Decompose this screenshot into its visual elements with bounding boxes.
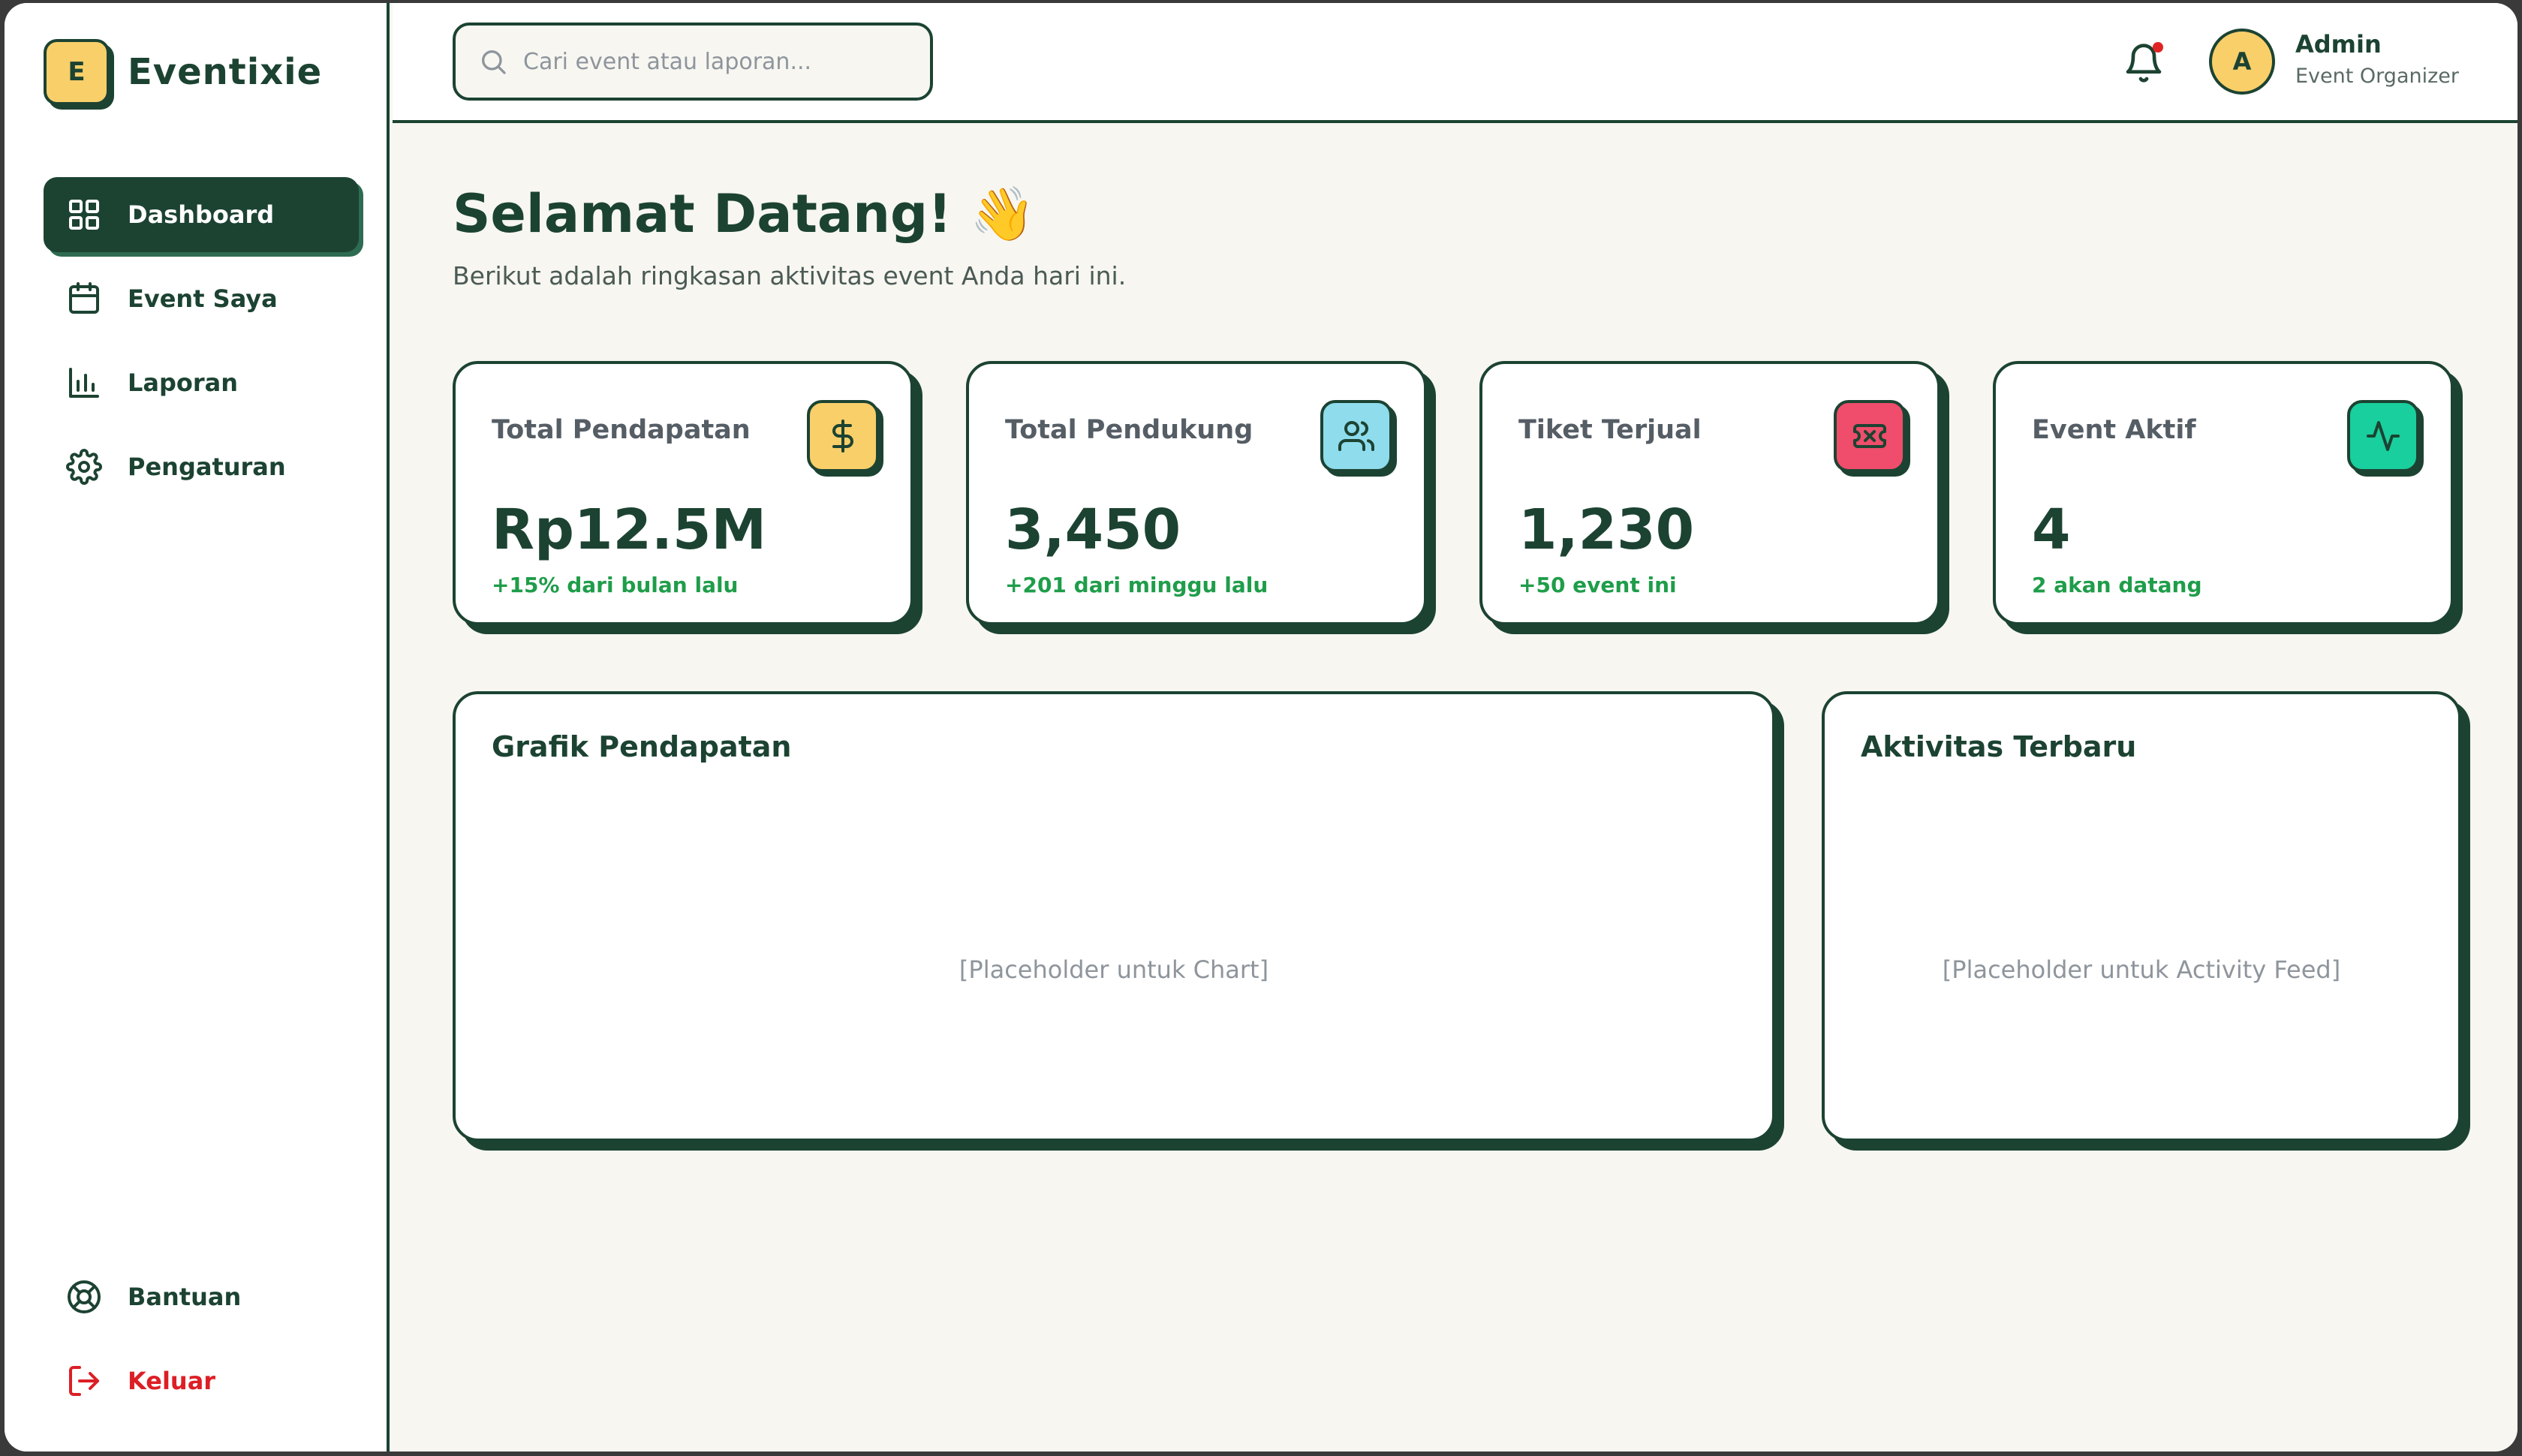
bar-chart-icon — [66, 365, 102, 401]
main-content: Selamat Datang! 👋 Berikut adalah ringkas… — [393, 126, 2517, 1451]
app-name: Eventixie — [128, 51, 323, 93]
stat-value: Rp12.5M — [492, 498, 767, 562]
user-role: Event Organizer — [2295, 65, 2459, 88]
panel-title: Aktivitas Terbaru — [1861, 730, 2137, 763]
stat-label: Event Aktif — [2032, 415, 2196, 445]
stat-delta: 2 akan datang — [2032, 573, 2202, 597]
ticket-icon — [1834, 400, 1906, 472]
lifebuoy-icon — [66, 1279, 102, 1315]
activity-feed-placeholder: [Placeholder untuk Activity Feed] — [1942, 955, 2341, 984]
search-icon — [478, 47, 508, 77]
users-icon — [1320, 400, 1392, 472]
sidebar-item-bantuan[interactable]: Bantuan — [44, 1259, 359, 1334]
sidebar-item-label: Event Saya — [128, 284, 278, 313]
search-box[interactable] — [453, 23, 933, 101]
stat-delta: +50 event ini — [1518, 573, 1677, 597]
stat-delta: +201 dari minggu lalu — [1005, 573, 1269, 597]
sidebar-item-laporan[interactable]: Laporan — [44, 345, 359, 420]
revenue-chart-panel: Grafik Pendapatan [Placeholder untuk Cha… — [453, 691, 1775, 1142]
dollar-icon — [807, 400, 879, 472]
stat-label: Total Pendapatan — [492, 415, 751, 445]
topbar: A Admin Event Organizer — [393, 3, 2517, 123]
stat-label: Tiket Terjual — [1518, 415, 1702, 445]
stat-card-event-aktif: Event Aktif 4 2 akan datang — [1993, 361, 2454, 625]
chart-placeholder: [Placeholder untuk Chart] — [959, 955, 1269, 984]
sidebar: E Eventixie Dashboard Event Saya Laporan… — [5, 3, 390, 1451]
sidebar-item-label: Keluar — [128, 1367, 216, 1395]
sidebar-item-keluar[interactable]: Keluar — [44, 1343, 359, 1418]
logo-mark: E — [44, 39, 110, 105]
logout-icon — [66, 1363, 102, 1399]
stat-value: 4 — [2032, 498, 2071, 562]
stat-value: 1,230 — [1518, 498, 1695, 562]
stat-label: Total Pendukung — [1005, 415, 1253, 445]
stat-card-total-pendukung: Total Pendukung 3,450 +201 dari minggu l… — [966, 361, 1427, 625]
grid-icon — [66, 197, 102, 233]
stat-card-tiket-terjual: Tiket Terjual 1,230 +50 event ini — [1479, 361, 1940, 625]
sidebar-item-dashboard[interactable]: Dashboard — [44, 177, 359, 252]
sidebar-item-label: Laporan — [128, 369, 239, 397]
notification-dot — [2153, 42, 2163, 53]
gear-icon — [66, 449, 102, 485]
page-subtitle: Berikut adalah ringkasan aktivitas event… — [453, 261, 1127, 290]
sidebar-item-pengaturan[interactable]: Pengaturan — [44, 429, 359, 504]
sidebar-bottom-nav: Bantuan Keluar — [44, 1259, 359, 1427]
sidebar-item-event-saya[interactable]: Event Saya — [44, 261, 359, 336]
notification-button[interactable] — [2123, 42, 2165, 84]
calendar-icon — [66, 281, 102, 317]
sidebar-item-label: Dashboard — [128, 200, 275, 229]
user-info[interactable]: Admin Event Organizer — [2295, 30, 2459, 88]
sidebar-nav: Dashboard Event Saya Laporan Pengaturan — [44, 177, 359, 513]
avatar[interactable]: A — [2209, 29, 2275, 95]
page-title: Selamat Datang! 👋 — [453, 183, 1036, 245]
sidebar-item-label: Bantuan — [128, 1283, 242, 1311]
stat-card-total-pendapatan: Total Pendapatan Rp12.5M +15% dari bulan… — [453, 361, 913, 625]
recent-activity-panel: Aktivitas Terbaru [Placeholder untuk Act… — [1822, 691, 2461, 1142]
stat-delta: +15% dari bulan lalu — [492, 573, 739, 597]
search-input[interactable] — [523, 48, 913, 75]
logo[interactable]: E Eventixie — [44, 39, 322, 105]
panel-title: Grafik Pendapatan — [492, 730, 792, 763]
sidebar-item-label: Pengaturan — [128, 453, 286, 481]
app-window: E Eventixie Dashboard Event Saya Laporan… — [5, 3, 2517, 1451]
activity-icon — [2347, 400, 2419, 472]
user-name: Admin — [2295, 30, 2382, 59]
stat-value: 3,450 — [1005, 498, 1181, 562]
